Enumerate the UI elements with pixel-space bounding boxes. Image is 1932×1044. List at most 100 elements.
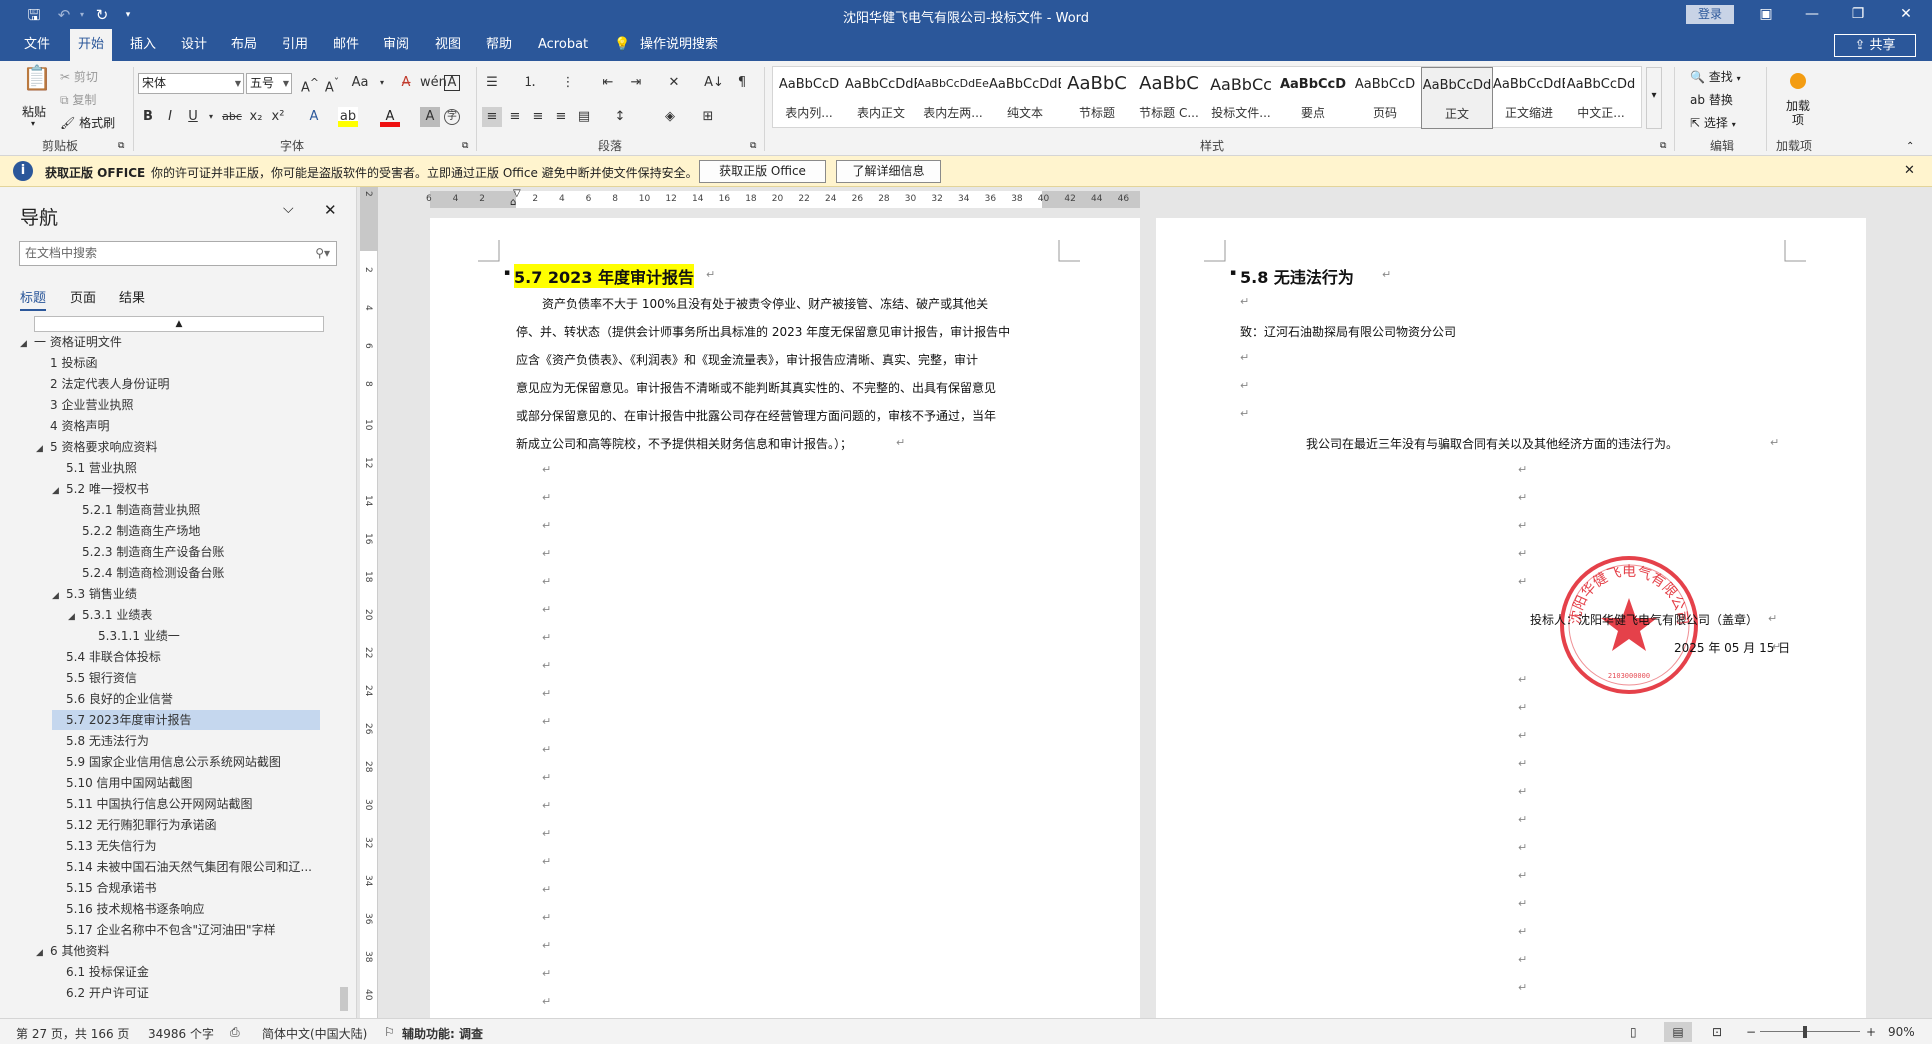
grow-font-icon[interactable]: A^ — [300, 73, 320, 95]
subscript-icon[interactable]: x₂ — [246, 107, 266, 127]
nav-heading-item[interactable]: 5.12 无行贿犯罪行为承诺函 — [52, 815, 217, 835]
styles-launcher-icon[interactable]: ⧉ — [1660, 141, 1666, 151]
tab-mailings[interactable]: 邮件 — [325, 29, 367, 61]
style-item-selected[interactable]: AaBbCcDd 正文 — [1421, 67, 1493, 129]
font-color-icon[interactable]: A — [380, 107, 400, 127]
style-item[interactable]: AaBbCcDdE 纯文本 — [989, 67, 1061, 129]
tab-pages[interactable]: 页面 — [70, 287, 96, 306]
web-layout-icon[interactable]: ⊡ — [1712, 1025, 1722, 1039]
statement-line[interactable]: 我公司在最近三年没有与骗取合同有关以及其他经济方面的违法行为。 — [1306, 435, 1678, 452]
nav-heading-item[interactable]: 5.6 良好的企业信誉 — [52, 689, 173, 709]
find-button[interactable]: 🔍 查找 ▾ — [1690, 68, 1741, 85]
collapse-ribbon-icon[interactable]: ⌃ — [1906, 141, 1914, 152]
style-item[interactable]: AaBbCcDdE 正文缩进 — [1493, 67, 1565, 129]
phonetic-guide-icon[interactable]: wén — [420, 73, 447, 93]
select-button[interactable]: ⇱ 选择 ▾ — [1690, 114, 1736, 131]
nav-heading-item[interactable]: 6.1 投标保证金 — [52, 962, 149, 982]
nav-heading-item[interactable]: 5.15 合规承诺书 — [52, 878, 157, 898]
decrease-indent-icon[interactable]: ⇤ — [598, 73, 618, 93]
align-left-icon[interactable]: ≡ — [482, 107, 502, 127]
nav-heading-item[interactable]: 5.5 银行资信 — [52, 668, 137, 688]
style-item[interactable]: AaBbCcD 要点 — [1277, 67, 1349, 129]
justify-icon[interactable]: ≡ — [551, 107, 571, 127]
style-item[interactable]: AaBbCcDdE 表内正文 — [845, 67, 917, 129]
search-icon[interactable]: ⚲▾ — [315, 242, 330, 265]
tell-me-search[interactable]: 操作说明搜索 — [632, 29, 726, 61]
nav-heading-item[interactable]: ◢ 6 其他资料 — [36, 941, 109, 961]
style-item[interactable]: AaBbC 节标题 — [1061, 67, 1133, 129]
nav-heading-item[interactable]: 5.2.4 制造商检测设备台账 — [68, 563, 224, 583]
show-marks-icon[interactable]: ¶ — [732, 73, 752, 93]
section-heading[interactable]: 5.8 无违法行为 — [1240, 264, 1354, 288]
style-item[interactable]: AaBbCcD 表内列... — [773, 67, 845, 129]
expand-arrow-icon[interactable]: ◢ — [20, 334, 34, 354]
close-icon[interactable]: ✕ — [1886, 3, 1926, 25]
accessibility-status[interactable]: 辅助功能: 调查 — [402, 1025, 483, 1042]
enclose-char-icon[interactable]: 字 — [444, 109, 460, 125]
zoom-in-icon[interactable]: + — [1866, 1025, 1876, 1039]
expand-arrow-icon[interactable]: ◢ — [36, 439, 50, 459]
nav-heading-item[interactable]: 1 投标函 — [36, 353, 97, 373]
strikethrough-icon[interactable]: abc — [222, 107, 242, 127]
sort-icon[interactable]: A↓ — [704, 73, 724, 93]
print-layout-icon[interactable]: ▤ — [1664, 1022, 1692, 1042]
nav-heading-item[interactable]: 5.17 企业名称中不包含"辽河油田"字样 — [52, 920, 276, 940]
expand-arrow-icon[interactable]: ◢ — [52, 481, 66, 501]
align-right-icon[interactable]: ≡ — [528, 107, 548, 127]
tab-home[interactable]: 开始 — [70, 29, 113, 61]
body-line[interactable]: 新成立公司和高等院校，不予提供相关财务信息和审计报告。）； — [516, 435, 852, 452]
chevron-down-icon[interactable]: ⌵ — [283, 201, 294, 217]
font-name-combo[interactable]: 宋体 ▼ — [138, 73, 244, 94]
nav-heading-item[interactable]: 5.16 技术规格书逐条响应 — [52, 899, 205, 919]
italic-icon[interactable]: I — [160, 107, 180, 127]
tab-acrobat[interactable]: Acrobat — [530, 29, 596, 61]
body-line[interactable]: 资产负债率不大于 100%且没有处于被责令停业、财产被接管、冻结、破产或其他关 — [542, 295, 988, 312]
nav-heading-item[interactable]: 5.1 营业执照 — [52, 458, 137, 478]
font-launcher-icon[interactable]: ⧉ — [462, 141, 468, 151]
document-page[interactable]: ▪ 5.7 2023 年度审计报告 ↵ 资产负债率不大于 100%且没有处于被责… — [430, 218, 1140, 1018]
nav-heading-item[interactable]: 4 资格声明 — [36, 416, 109, 436]
restore-icon[interactable]: ❐ — [1838, 3, 1878, 25]
clipboard-launcher-icon[interactable]: ⧉ — [118, 141, 124, 151]
nav-heading-item[interactable]: 5.2.3 制造商生产设备台账 — [68, 542, 224, 562]
nav-heading-item[interactable]: 5.13 无失信行为 — [52, 836, 157, 856]
page-count[interactable]: 第 27 页，共 166 页 — [16, 1025, 129, 1042]
body-line[interactable]: 或部分保留意见的、在审计报告中批露公司存在经营管理方面问题的，审核不予通过，当年 — [516, 407, 996, 424]
word-count[interactable]: 34986 个字 — [148, 1025, 214, 1042]
nav-heading-item[interactable]: 5.8 无违法行为 — [52, 731, 149, 751]
share-button[interactable]: ⇪ 共享 — [1834, 34, 1916, 57]
nav-heading-item[interactable]: 2 法定代表人身份证明 — [36, 374, 169, 394]
tab-file[interactable]: 文件 — [16, 29, 58, 61]
language[interactable]: 简体中文(中国大陆) — [262, 1025, 367, 1042]
style-item[interactable]: AaBbC 节标题 C... — [1133, 67, 1205, 129]
change-case-dropdown-icon[interactable]: ▾ — [372, 73, 392, 93]
nav-heading-item[interactable]: 5.2.1 制造商营业执照 — [68, 500, 200, 520]
numbering-icon[interactable]: ⒈ — [520, 73, 540, 93]
style-item[interactable]: AaBbCcDd 中文正... — [1565, 67, 1637, 129]
nav-search-input[interactable]: 在文档中搜索 ⚲▾ — [19, 241, 337, 266]
accessibility-icon[interactable]: ⚐ — [384, 1025, 395, 1039]
expand-arrow-icon[interactable]: ◢ — [68, 607, 82, 627]
multilevel-list-icon[interactable]: ⋮ — [558, 73, 578, 93]
char-shading-icon[interactable]: A — [420, 107, 440, 127]
zoom-out-icon[interactable]: − — [1746, 1025, 1756, 1039]
cut-button[interactable]: ✂ 剪切 — [60, 68, 98, 85]
addins-icon[interactable] — [1790, 73, 1806, 89]
nav-heading-item[interactable]: 5.14 未被中国石油天然气集团有限公司和辽... — [52, 857, 312, 877]
expand-arrow-icon[interactable]: ◢ — [52, 586, 66, 606]
get-genuine-button[interactable]: 获取正版 Office — [699, 160, 826, 183]
shrink-font-icon[interactable]: Aˇ — [322, 73, 342, 95]
close-icon[interactable]: ✕ — [324, 201, 337, 219]
char-border-icon[interactable]: A — [444, 75, 460, 91]
ribbon-display-icon[interactable]: ▣ — [1746, 3, 1786, 25]
paste-button[interactable]: 粘贴 — [22, 103, 46, 120]
format-painter-button[interactable]: 🖌 格式刷 — [60, 114, 115, 131]
superscript-icon[interactable]: x² — [268, 107, 288, 127]
tab-insert[interactable]: 插入 — [122, 29, 164, 61]
nav-heading-item[interactable]: 6.2 开户许可证 — [52, 983, 149, 1003]
nav-heading-item[interactable]: 5.10 信用中国网站截图 — [52, 773, 193, 793]
zoom-thumb[interactable] — [1803, 1026, 1807, 1038]
zoom-slider[interactable] — [1760, 1031, 1860, 1032]
tab-review[interactable]: 审阅 — [375, 29, 417, 61]
proofing-icon[interactable]: ⎙ — [230, 1025, 240, 1040]
